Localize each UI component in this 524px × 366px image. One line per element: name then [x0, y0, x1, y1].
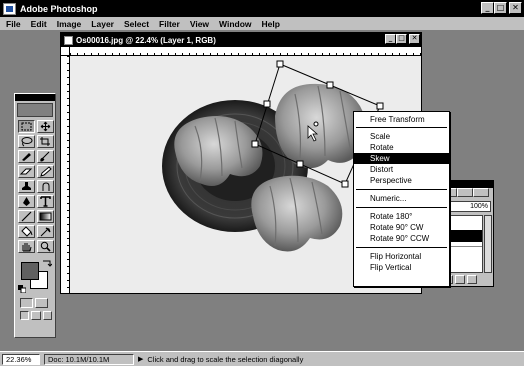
layers-scrollbar[interactable]: [484, 215, 492, 273]
screen-mode-buttons: [20, 311, 52, 320]
quick-mask-mode-icon[interactable]: [35, 298, 48, 308]
standard-mode-icon[interactable]: [20, 298, 33, 308]
palette-tab-2[interactable]: [457, 188, 473, 197]
menu-separator: [356, 127, 447, 128]
toolbox: [14, 93, 56, 338]
doc-maximize-button[interactable]: □: [396, 34, 407, 44]
eraser-icon[interactable]: [18, 165, 35, 178]
menu-window[interactable]: Window: [219, 19, 252, 29]
full-screen-menu-icon[interactable]: [31, 311, 41, 320]
layer-mask-icon[interactable]: [455, 275, 465, 284]
ruler-origin[interactable]: [61, 47, 70, 56]
menu-edit[interactable]: Edit: [31, 19, 47, 29]
airbrush-icon[interactable]: [18, 150, 35, 163]
lasso-icon[interactable]: [18, 135, 35, 148]
menu-item-distort[interactable]: Distort: [354, 164, 449, 175]
doc-size-info[interactable]: Doc: 10.1M/10.1M: [44, 353, 134, 365]
opacity-field[interactable]: 100%: [443, 201, 491, 212]
toolbox-title-bar[interactable]: [15, 94, 55, 101]
paintbrush-icon[interactable]: [37, 150, 54, 163]
move-icon[interactable]: [37, 120, 54, 133]
zoom-icon[interactable]: [37, 240, 54, 253]
menu-help[interactable]: Help: [262, 19, 280, 29]
close-button[interactable]: ✕: [509, 2, 522, 14]
menu-item-free-transform[interactable]: Free Transform: [354, 114, 449, 125]
document-title-bar[interactable]: Os00016.jpg @ 22.4% (Layer 1, RGB) _ □ ✕: [61, 33, 421, 47]
menu-layer[interactable]: Layer: [91, 19, 114, 29]
menu-item-skew[interactable]: Skew: [354, 153, 449, 164]
paint-bucket-icon[interactable]: [18, 225, 35, 238]
menu-item-rotate[interactable]: Rotate: [354, 142, 449, 153]
horizontal-ruler[interactable]: [70, 47, 421, 56]
play-arrow-icon[interactable]: ▶: [138, 355, 143, 363]
status-hint: Click and drag to scale the selection di…: [147, 354, 304, 364]
default-colors-icon[interactable]: [18, 285, 26, 293]
doc-minimize-button[interactable]: _: [385, 34, 396, 44]
menu-separator: [356, 207, 447, 208]
menu-item-flip-vertical[interactable]: Flip Vertical: [354, 262, 449, 273]
status-bar: 22.36% Doc: 10.1M/10.1M ▶ Click and drag…: [0, 351, 524, 366]
document-title: Os00016.jpg @ 22.4% (Layer 1, RGB): [76, 35, 216, 45]
type-icon[interactable]: [37, 195, 54, 208]
document-window-controls: _ □ ✕: [385, 34, 420, 44]
pencil-icon[interactable]: [37, 165, 54, 178]
color-swatches: [18, 257, 52, 295]
app-title-bar: Adobe Photoshop _ □ ✕: [0, 0, 524, 17]
menu-view[interactable]: View: [190, 19, 209, 29]
menu-item-rotate-90-cw[interactable]: Rotate 90° CW: [354, 222, 449, 233]
swap-colors-icon[interactable]: [42, 259, 52, 267]
menu-item-flip-horizontal[interactable]: Flip Horizontal: [354, 251, 449, 262]
menu-item-numeric[interactable]: Numeric...: [354, 193, 449, 204]
menu-item-rotate-180[interactable]: Rotate 180°: [354, 211, 449, 222]
crop-icon[interactable]: [37, 135, 54, 148]
adobe-logo[interactable]: [17, 103, 53, 117]
trash-icon[interactable]: [467, 275, 477, 284]
standard-screen-icon[interactable]: [20, 311, 30, 320]
gradient-icon[interactable]: [37, 210, 54, 223]
hand-icon[interactable]: [18, 240, 35, 253]
vertical-ruler[interactable]: [61, 56, 70, 293]
photoshop-app-icon[interactable]: [3, 2, 16, 15]
marquee-icon[interactable]: [18, 120, 35, 133]
menu-image[interactable]: Image: [57, 19, 82, 29]
menu-item-scale[interactable]: Scale: [354, 131, 449, 142]
document-icon[interactable]: [64, 35, 73, 45]
menu-file[interactable]: File: [6, 19, 21, 29]
doc-close-button[interactable]: ✕: [409, 34, 420, 44]
transform-context-menu: Free Transform Scale Rotate Skew Distort…: [353, 111, 450, 287]
menu-item-rotate-90-ccw[interactable]: Rotate 90° CCW: [354, 233, 449, 244]
tool-grid: [15, 120, 55, 253]
foreground-color-swatch[interactable]: [21, 262, 39, 280]
minimize-button[interactable]: _: [481, 2, 494, 14]
palette-tab-3[interactable]: [473, 188, 489, 197]
line-icon[interactable]: [18, 210, 35, 223]
smudge-icon[interactable]: [37, 180, 54, 193]
menu-separator: [356, 247, 447, 248]
eyedropper-icon[interactable]: [37, 225, 54, 238]
app-title: Adobe Photoshop: [20, 3, 98, 14]
app-window-controls: _ □ ✕: [481, 2, 522, 14]
maximize-button[interactable]: □: [494, 2, 507, 14]
menu-bar: File Edit Image Layer Select Filter View…: [0, 17, 524, 31]
menu-filter[interactable]: Filter: [159, 19, 180, 29]
menu-separator: [356, 189, 447, 190]
zoom-field[interactable]: 22.36%: [2, 353, 40, 365]
full-screen-icon[interactable]: [42, 311, 52, 320]
pen-icon[interactable]: [18, 195, 35, 208]
rubber-stamp-icon[interactable]: [18, 180, 35, 193]
menu-item-perspective[interactable]: Perspective: [354, 175, 449, 186]
mask-mode-buttons: [20, 298, 52, 308]
menu-select[interactable]: Select: [124, 19, 149, 29]
